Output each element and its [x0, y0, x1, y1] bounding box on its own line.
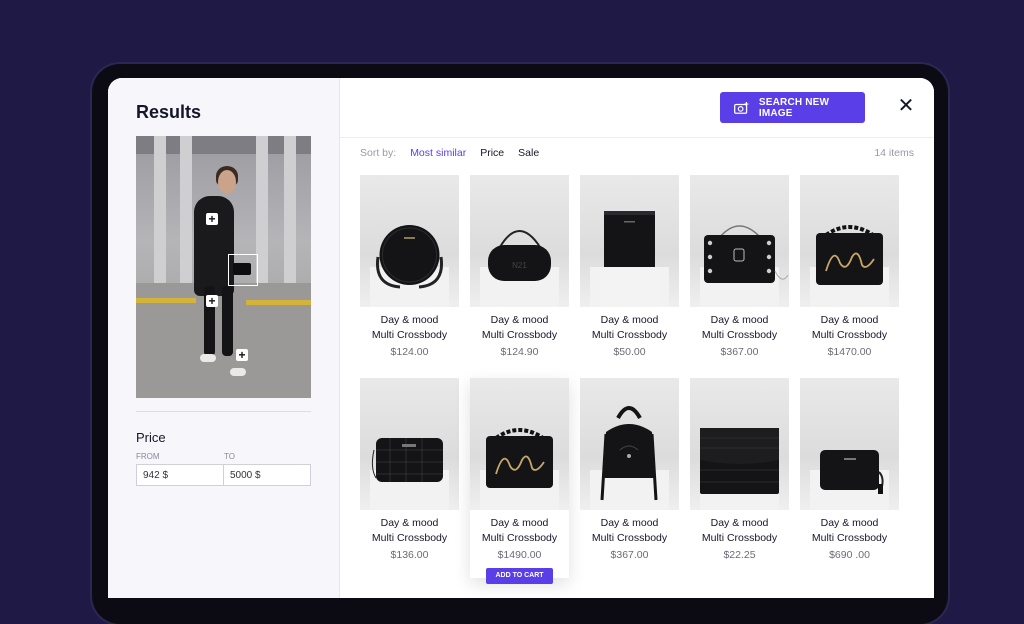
sort-bar: Sort by: Most similar Price Sale: [360, 147, 539, 159]
product-card[interactable]: Day & mood Multi Crossbody $1490.00 ADD TO …: [470, 378, 569, 584]
price-label: Price: [136, 430, 166, 445]
results-panel: SEARCH NEW IMAGE ✕ Sort by: Most similar…: [340, 78, 934, 598]
product-card[interactable]: Day & mood Multi Crossbody $50.00: [580, 175, 679, 375]
product-price: $690 .00: [829, 549, 870, 561]
product-brand: Day & mood: [710, 517, 769, 529]
product-brand: Day & mood: [490, 517, 549, 529]
app-window: Results + + + Price FROM TO 942 $ 5000 $…: [108, 78, 934, 598]
query-photo: + + +: [136, 136, 311, 398]
product-image[interactable]: [690, 378, 789, 510]
product-price: $1490.00: [497, 549, 542, 561]
product-brand: Day & mood: [380, 314, 439, 326]
product-card[interactable]: Day & mood Multi Crossbody $367.00: [690, 175, 789, 375]
divider: [136, 411, 311, 412]
sidebar: Results + + + Price FROM TO 942 $ 5000 $: [108, 78, 340, 598]
product-brand: Day & mood: [710, 314, 769, 326]
sort-option-price[interactable]: Price: [480, 147, 504, 159]
add-to-cart-button[interactable]: ADD TO CART: [486, 568, 553, 584]
product-name: Multi Crossbody: [481, 329, 558, 341]
svg-text:N21: N21: [512, 261, 527, 270]
product-brand: Day & mood: [490, 314, 549, 326]
sort-option-sale[interactable]: Sale: [518, 147, 539, 159]
product-image[interactable]: [360, 175, 459, 307]
sort-label: Sort by:: [360, 147, 397, 159]
items-count: 14 items: [874, 147, 914, 159]
hotspot-plus-icon[interactable]: +: [206, 213, 218, 225]
product-brand: Day & mood: [820, 314, 879, 326]
product-card[interactable]: Day & mood Multi Crossbody $690 .00: [800, 378, 899, 578]
product-image[interactable]: [800, 378, 899, 510]
product-name: Multi Crossbody: [591, 329, 668, 341]
price-to-field[interactable]: 5000 $: [223, 464, 311, 486]
product-name: Multi Crossbody: [481, 532, 558, 544]
product-price: $50.00: [613, 346, 646, 358]
camera-plus-icon: [734, 101, 749, 114]
product-card[interactable]: Day & mood Multi Crossbody $136.00: [360, 378, 459, 578]
product-price: $367.00: [610, 549, 649, 561]
product-card[interactable]: Day & mood Multi Crossbody $1470.00: [800, 175, 899, 375]
product-brand: Day & mood: [380, 517, 439, 529]
sort-option-most-similar[interactable]: Most similar: [410, 147, 466, 159]
hotspot-plus-icon[interactable]: +: [236, 349, 248, 361]
product-name: Multi Crossbody: [701, 329, 778, 341]
product-card[interactable]: N21 Day & mood Multi Crossbody $124.90: [470, 175, 569, 375]
product-price: $136.00: [390, 549, 429, 561]
product-price: $124.00: [390, 346, 429, 358]
product-card[interactable]: Day & mood Multi Crossbody $367.00: [580, 378, 679, 578]
product-name: Multi Crossbody: [811, 532, 888, 544]
price-to-label: TO: [224, 452, 235, 461]
product-name: Multi Crossbody: [811, 329, 888, 341]
toolbar: SEARCH NEW IMAGE ✕: [340, 78, 934, 138]
product-name: Multi Crossbody: [371, 329, 448, 341]
product-price: $22.25: [723, 549, 756, 561]
product-price: $1470.00: [827, 346, 872, 358]
product-price: $124.90: [500, 346, 539, 358]
results-title: Results: [136, 102, 202, 122]
product-image[interactable]: N21: [470, 175, 569, 307]
product-image[interactable]: [470, 378, 569, 510]
product-image[interactable]: [580, 175, 679, 307]
product-card[interactable]: Day & mood Multi Crossbody $124.00: [360, 175, 459, 375]
product-brand: Day & mood: [600, 517, 659, 529]
close-icon[interactable]: ✕: [896, 96, 916, 116]
price-from-label: FROM: [136, 452, 160, 461]
product-brand: Day & mood: [820, 517, 879, 529]
product-image[interactable]: [690, 175, 789, 307]
product-image[interactable]: [580, 378, 679, 510]
product-name: Multi Crossbody: [591, 532, 668, 544]
product-price: $367.00: [720, 346, 759, 358]
product-image[interactable]: [800, 175, 899, 307]
product-card[interactable]: Day & mood Multi Crossbody $22.25: [690, 378, 789, 578]
search-button-label: SEARCH NEW IMAGE: [758, 96, 830, 119]
price-from-field[interactable]: 942 $: [136, 464, 224, 486]
hotspot-plus-icon[interactable]: +: [206, 295, 218, 307]
product-name: Multi Crossbody: [701, 532, 778, 544]
search-new-image-button[interactable]: SEARCH NEW IMAGE: [720, 92, 865, 123]
product-name: Multi Crossbody: [371, 532, 448, 544]
product-brand: Day & mood: [600, 314, 659, 326]
product-image[interactable]: [360, 378, 459, 510]
detected-bag-box[interactable]: [228, 254, 258, 286]
